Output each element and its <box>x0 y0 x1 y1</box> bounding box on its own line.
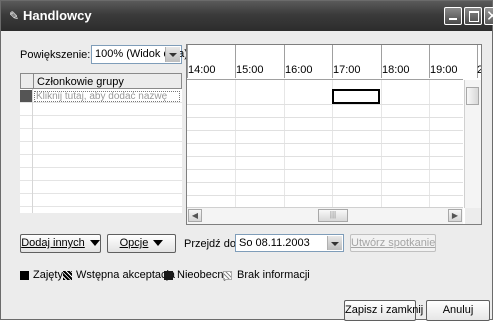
time-label: 19:00 <box>430 64 458 76</box>
goto-label: Przejdź do: <box>184 238 240 250</box>
options-label: Opcje <box>119 237 149 249</box>
selected-time-slot[interactable] <box>332 89 380 104</box>
cancel-button[interactable]: Anuluj <box>426 300 490 321</box>
chevron-down-icon[interactable] <box>327 236 342 250</box>
minimize-button[interactable] <box>444 7 462 25</box>
dropdown-arrow-icon <box>89 240 100 247</box>
scroll-right-button[interactable]: ▶ <box>448 209 462 222</box>
save-and-close-label: Zapisz i zamknij <box>345 304 424 316</box>
tentative-legend-label: Wstępna akceptacja <box>76 269 176 281</box>
free-busy-grid[interactable]: 14:00 15:00 16:00 17:00 18:00 19:00 2 ◀ … <box>186 44 482 225</box>
group-schedule-window: ✎ Handlowcy ✕ Powiększenie: 100% (Widok … <box>0 0 493 321</box>
out-legend-swatch <box>164 271 173 280</box>
maximize-icon <box>469 11 479 22</box>
options-button[interactable]: Opcje <box>107 234 176 253</box>
no-info-legend-label: Brak informacji <box>237 269 310 281</box>
window-title: Handlowcy <box>23 8 92 23</box>
add-others-label: Dodaj innych <box>21 237 85 249</box>
chevron-down-icon[interactable] <box>165 47 180 62</box>
minimize-icon <box>449 18 457 20</box>
add-attendee-row[interactable]: Kliknij tutaj, aby dodać nazwę <box>34 91 180 102</box>
vertical-scrollbar[interactable] <box>464 80 481 208</box>
scroll-left-button[interactable]: ◀ <box>188 209 202 222</box>
zoom-dropdown[interactable]: 100% (Widok dnia) <box>91 45 188 64</box>
horizontal-scrollbar[interactable]: ◀ ||| ▶ <box>187 207 463 224</box>
horizontal-scroll-thumb[interactable]: ||| <box>318 209 348 222</box>
create-meeting-button[interactable]: Utwórz spotkanie <box>350 234 436 252</box>
time-label: 14:00 <box>188 64 216 76</box>
attendee-list: Członkowie grupy Kliknij tutaj, aby doda… <box>20 73 182 213</box>
new-row-marker <box>20 90 32 102</box>
vertical-scroll-thumb[interactable] <box>466 87 479 105</box>
time-label: 17:00 <box>333 64 361 76</box>
goto-date-value: So 08.11.2003 <box>239 237 310 249</box>
maximize-button[interactable] <box>464 7 482 25</box>
busy-legend-swatch <box>20 271 29 280</box>
close-button[interactable]: ✕ <box>484 7 493 25</box>
cancel-label: Anuluj <box>442 304 474 316</box>
time-label: 18:00 <box>382 64 410 76</box>
busy-legend-label: Zajęty <box>33 269 63 281</box>
attendee-header-label: Członkowie grupy <box>37 76 124 88</box>
out-legend-label: Nieobecny <box>177 269 229 281</box>
add-others-button[interactable]: Dodaj innych <box>20 234 101 253</box>
time-label: 16:00 <box>285 64 313 76</box>
dropdown-arrow-icon <box>153 240 164 247</box>
time-label: 15:00 <box>236 64 264 76</box>
title-bar[interactable]: ✎ Handlowcy ✕ <box>1 1 493 31</box>
create-meeting-label: Utwórz spotkanie <box>351 237 436 249</box>
group-schedule-icon: ✎ <box>8 9 20 23</box>
time-label: 2 <box>477 64 481 76</box>
goto-date-picker[interactable]: So 08.11.2003 <box>235 234 344 252</box>
attendee-column-header[interactable]: Członkowie grupy <box>20 73 182 89</box>
save-and-close-button[interactable]: Zapisz i zamknij <box>344 300 423 321</box>
no-info-legend-swatch <box>223 271 232 280</box>
zoom-label: Powiększenie: <box>20 49 91 61</box>
close-icon: ✕ <box>486 8 493 25</box>
tentative-legend-swatch <box>63 271 72 280</box>
